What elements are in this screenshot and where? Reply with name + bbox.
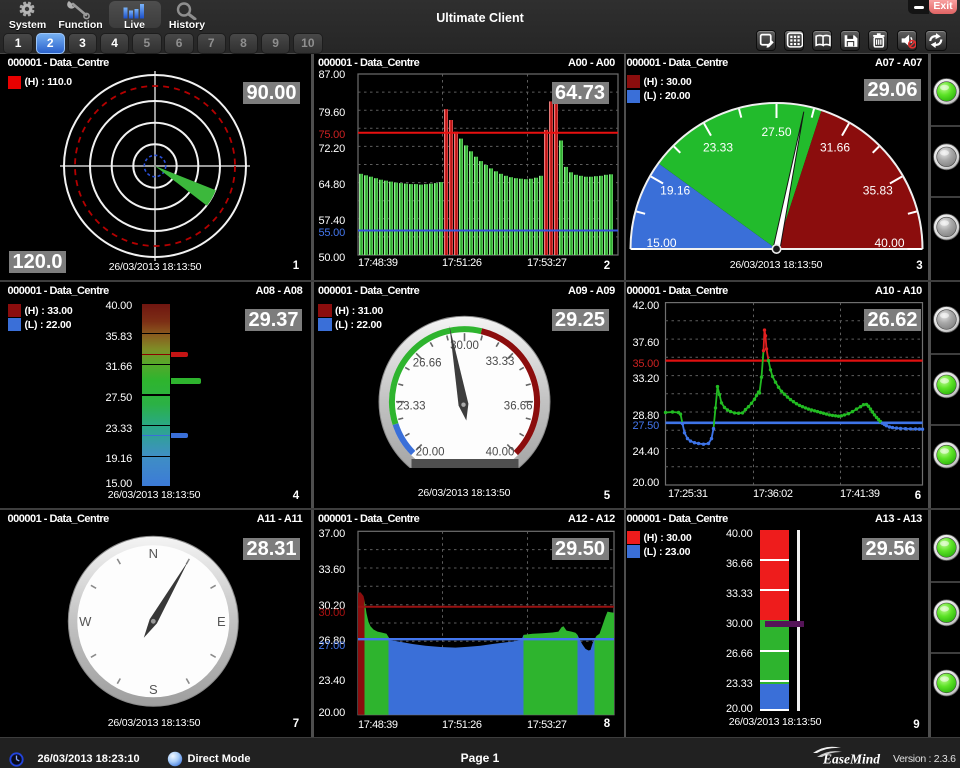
svg-text:36.66: 36.66 xyxy=(503,401,532,413)
svg-text:23.33: 23.33 xyxy=(396,401,425,413)
svg-text:19.16: 19.16 xyxy=(660,184,690,198)
svg-text:20.00: 20.00 xyxy=(415,446,444,458)
svg-text:E: E xyxy=(217,614,226,629)
svg-text:N: N xyxy=(149,546,158,561)
svg-text:27.50: 27.50 xyxy=(761,125,791,139)
svg-text:40.00: 40.00 xyxy=(485,446,514,458)
svg-text:26.66: 26.66 xyxy=(412,357,441,369)
svg-text:S: S xyxy=(149,682,158,697)
svg-text:33.33: 33.33 xyxy=(485,356,514,368)
svg-text:23.33: 23.33 xyxy=(702,141,732,155)
svg-text:W: W xyxy=(79,614,92,629)
svg-text:15.00: 15.00 xyxy=(646,236,676,250)
svg-text:40.00: 40.00 xyxy=(874,236,904,250)
svg-text:35.83: 35.83 xyxy=(862,184,892,198)
svg-text:31.66: 31.66 xyxy=(819,141,849,155)
svg-text:EaseMind: EaseMind xyxy=(822,752,880,767)
